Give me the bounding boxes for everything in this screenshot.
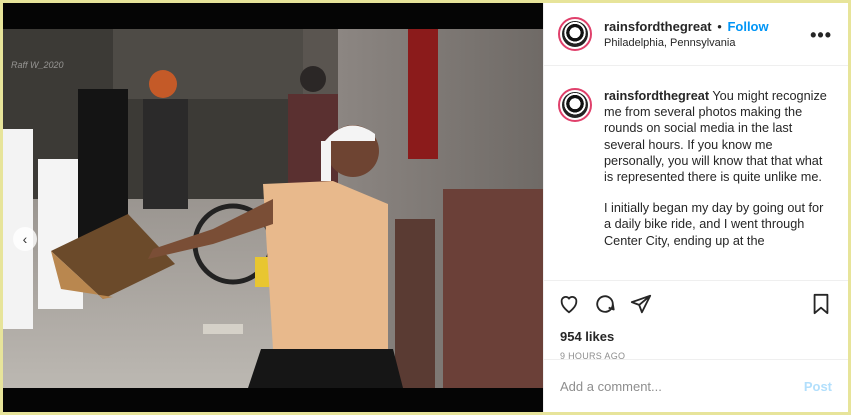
post-actions: 954 likes 9 HOURS AGO Add a comment... P… [544,280,848,412]
action-icons [558,293,652,315]
photo-top-bar [3,3,543,29]
bookmark-icon[interactable] [810,293,832,315]
likes-count[interactable]: 954 likes [560,329,614,344]
photo-bottom-bar [3,388,543,412]
post-comment-button[interactable]: Post [804,379,832,394]
chevron-left-icon: ‹ [22,231,28,247]
post-photo[interactable]: Raff W_2020 ‹ [3,29,543,388]
username-link[interactable]: rainsfordthegreat [604,19,712,34]
caption-paragraph-2: I initially began my day by going out fo… [604,201,824,248]
photo-watermark: Raff W_2020 [11,60,64,70]
follow-button[interactable]: Follow [727,19,768,34]
comment-bar: Add a comment... Post [544,359,848,412]
comment-icon[interactable] [594,293,616,315]
separator-dot: • [717,19,722,34]
caption-area: rainsfordthegreat You might recognize me… [544,66,848,280]
caption-paragraph-1: You might recognize me from several phot… [604,89,827,185]
post-header: rainsfordthegreat • Follow Philadelphia,… [544,3,848,66]
caption-username[interactable]: rainsfordthegreat [604,89,709,103]
header-meta: rainsfordthegreat • Follow Philadelphia,… [604,19,769,49]
photo-scene [3,29,543,388]
header-line: rainsfordthegreat • Follow [604,19,769,34]
comment-input[interactable]: Add a comment... [560,379,804,394]
avatar[interactable] [558,17,592,51]
caption-avatar[interactable] [558,88,592,122]
post-side-panel: rainsfordthegreat • Follow Philadelphia,… [543,3,848,412]
heart-icon[interactable] [558,293,580,315]
share-icon[interactable] [630,293,652,315]
caption-text: rainsfordthegreat You might recognize me… [604,88,832,280]
location-link[interactable]: Philadelphia, Pennsylvania [604,37,769,49]
previous-slide-button[interactable]: ‹ [13,227,37,251]
more-icon[interactable]: ••• [810,25,832,46]
